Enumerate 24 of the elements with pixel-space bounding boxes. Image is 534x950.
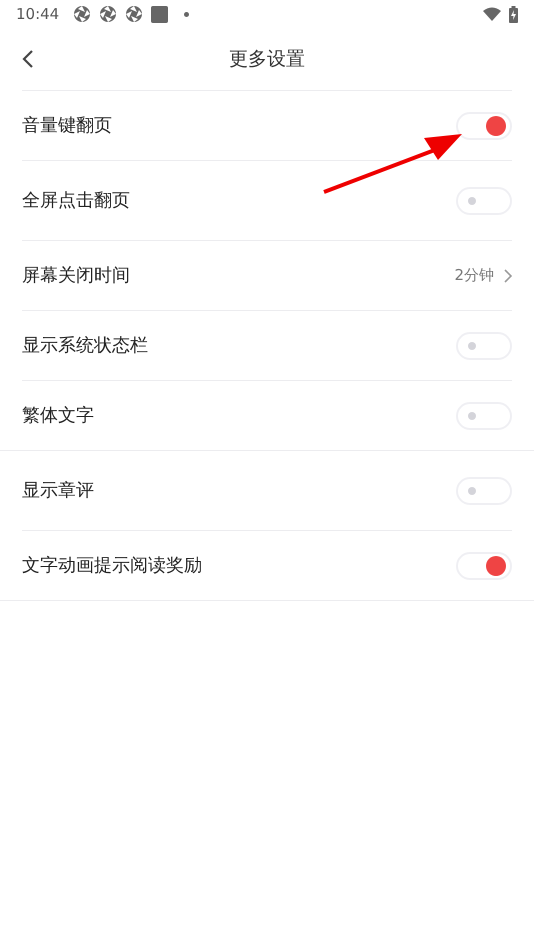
toggle-switch[interactable] <box>456 552 512 580</box>
chevron-right-icon <box>504 268 512 282</box>
setting-label: 显示系统状态栏 <box>22 334 148 358</box>
status-time: 10:44 <box>16 4 60 25</box>
notification-icon <box>151 6 168 22</box>
toggle-switch[interactable] <box>456 476 512 504</box>
setting-label: 繁体文字 <box>22 404 94 428</box>
app-notification-icon <box>125 5 144 23</box>
setting-value[interactable]: 2分钟 <box>454 264 494 287</box>
battery-icon <box>509 6 518 22</box>
app-notification-icon <box>99 5 118 23</box>
setting-label: 文字动画提示阅读奖励 <box>22 554 202 578</box>
setting-label: 全屏点击翻页 <box>22 189 130 213</box>
toggle-switch[interactable] <box>456 402 512 430</box>
page-title: 更多设置 <box>229 46 305 72</box>
toggle-switch[interactable] <box>456 112 512 140</box>
toggle-switch[interactable] <box>456 332 512 360</box>
app-notification-icon <box>73 5 92 23</box>
setting-label: 显示章评 <box>22 479 94 503</box>
toggle-switch[interactable] <box>456 186 512 214</box>
wifi-icon <box>483 7 501 21</box>
setting-label: 屏幕关闭时间 <box>22 264 130 288</box>
setting-label: 音量键翻页 <box>22 114 112 138</box>
back-icon[interactable] <box>22 49 34 69</box>
